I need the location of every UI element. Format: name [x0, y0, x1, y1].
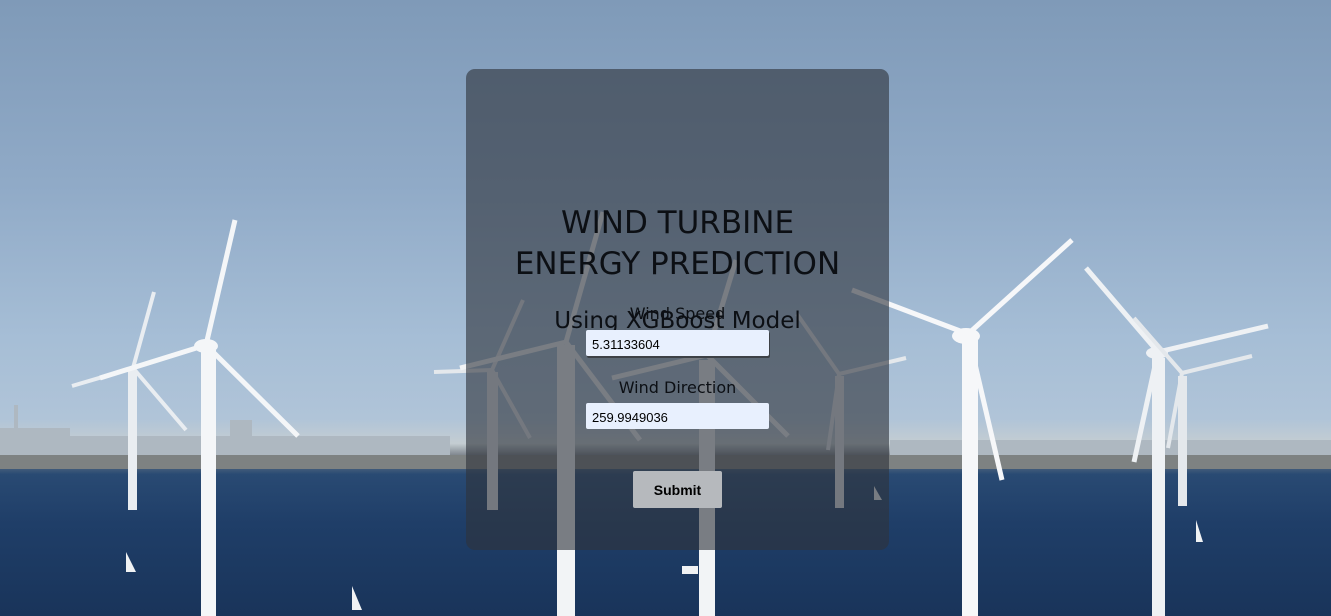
wind-direction-input[interactable]: [586, 403, 769, 429]
turbine-far-left: [71, 291, 188, 510]
title-line-2: ENERGY PREDICTION: [514, 246, 841, 282]
wind-direction-label: Wind Direction: [618, 378, 737, 397]
page-root: WIND TURBINE ENERGY PREDICTION Using XGB…: [0, 0, 1331, 616]
title-line-1: WIND TURBINE: [560, 205, 795, 241]
prediction-card: WIND TURBINE ENERGY PREDICTION Using XGB…: [466, 69, 889, 550]
page-title: WIND TURBINE ENERGY PREDICTION: [466, 203, 889, 285]
wind-speed-input[interactable]: [586, 330, 769, 356]
submit-button[interactable]: Submit: [633, 471, 722, 508]
wind-speed-label: Wind Speed: [629, 304, 726, 323]
